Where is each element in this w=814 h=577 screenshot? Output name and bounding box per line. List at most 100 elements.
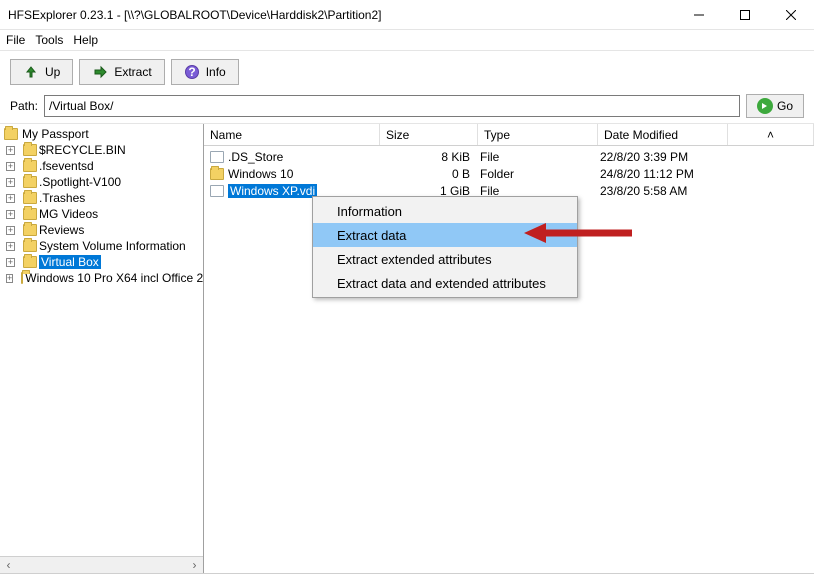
file-icon bbox=[210, 185, 224, 197]
menu-tools[interactable]: Tools bbox=[35, 33, 63, 47]
ctx-extract-data[interactable]: Extract data bbox=[313, 223, 577, 247]
menu-file[interactable]: File bbox=[6, 33, 25, 47]
tree-item[interactable]: + MG Videos bbox=[2, 206, 203, 222]
ctx-extract-data-and-extended-attributes[interactable]: Extract data and extended attributes bbox=[313, 271, 577, 295]
file-size: 8 KiB bbox=[380, 150, 478, 164]
folder-icon bbox=[210, 168, 224, 180]
go-label: Go bbox=[777, 99, 793, 113]
file-date: 22/8/20 3:39 PM bbox=[598, 150, 768, 164]
scroll-right-icon[interactable]: › bbox=[186, 557, 203, 574]
info-button[interactable]: ? Info bbox=[171, 59, 239, 85]
column-name[interactable]: Name bbox=[204, 124, 380, 145]
tree-item[interactable]: + $RECYCLE.BIN bbox=[2, 142, 203, 158]
window-controls bbox=[676, 0, 814, 30]
toolbar: Up Extract ? Info bbox=[0, 50, 814, 93]
window-title: HFSExplorer 0.23.1 - [\\?\GLOBALROOT\Dev… bbox=[8, 8, 676, 22]
column-size[interactable]: Size bbox=[380, 124, 478, 145]
list-body[interactable]: .DS_Store8 KiBFile22/8/20 3:39 PMWindows… bbox=[204, 146, 814, 573]
folder-icon bbox=[23, 192, 37, 204]
path-row: Path: Go bbox=[0, 93, 814, 123]
go-button[interactable]: Go bbox=[746, 94, 804, 118]
folder-icon bbox=[23, 144, 37, 156]
column-sort-indicator[interactable]: ˄ bbox=[728, 124, 814, 145]
close-button[interactable] bbox=[768, 0, 814, 30]
file-size: 0 B bbox=[380, 167, 478, 181]
folder-icon bbox=[4, 128, 18, 140]
menubar: File Tools Help bbox=[0, 30, 814, 50]
info-icon: ? bbox=[184, 64, 200, 80]
ctx-information[interactable]: Information bbox=[313, 199, 577, 223]
tree-item[interactable]: + Reviews bbox=[2, 222, 203, 238]
folder-icon bbox=[23, 176, 37, 188]
tree-root-label: My Passport bbox=[22, 127, 89, 141]
right-arrow-icon bbox=[92, 64, 108, 80]
ctx-extract-extended-attributes[interactable]: Extract extended attributes bbox=[313, 247, 577, 271]
folder-icon bbox=[23, 160, 37, 172]
tree-item[interactable]: + .Spotlight-V100 bbox=[2, 174, 203, 190]
tree-pane: My Passport + $RECYCLE.BIN + .fseventsd + .Sp… bbox=[0, 124, 204, 573]
go-arrow-icon bbox=[757, 98, 773, 114]
tree-item-label: Virtual Box bbox=[39, 255, 101, 269]
expand-icon[interactable]: + bbox=[6, 146, 15, 155]
file-type: Folder bbox=[478, 167, 598, 181]
tree-item-label: MG Videos bbox=[39, 207, 98, 221]
tree-item[interactable]: + .fseventsd bbox=[2, 158, 203, 174]
column-date[interactable]: Date Modified bbox=[598, 124, 728, 145]
context-menu: Information Extract data Extract extende… bbox=[312, 196, 578, 298]
info-label: Info bbox=[206, 65, 226, 79]
file-type: File bbox=[478, 150, 598, 164]
svg-text:?: ? bbox=[188, 65, 195, 79]
tree-item-label: .Spotlight-V100 bbox=[39, 175, 121, 189]
tree-body[interactable]: My Passport + $RECYCLE.BIN + .fseventsd + .Sp… bbox=[0, 124, 203, 556]
tree-item[interactable]: + .Trashes bbox=[2, 190, 203, 206]
extract-label: Extract bbox=[114, 65, 151, 79]
expand-icon[interactable]: + bbox=[6, 210, 15, 219]
expand-icon[interactable]: + bbox=[6, 242, 15, 251]
list-row[interactable]: Windows 100 BFolder24/8/20 11:12 PM bbox=[204, 165, 814, 182]
expand-icon[interactable]: + bbox=[6, 162, 15, 171]
maximize-button[interactable] bbox=[722, 0, 768, 30]
tree-item-label: System Volume Information bbox=[39, 239, 186, 253]
file-name: .DS_Store bbox=[228, 150, 283, 164]
folder-icon bbox=[23, 256, 37, 268]
tree-item-label: .fseventsd bbox=[39, 159, 94, 173]
up-button[interactable]: Up bbox=[10, 59, 73, 85]
expand-icon[interactable]: + bbox=[6, 226, 15, 235]
scroll-left-icon[interactable]: ‹ bbox=[0, 557, 17, 574]
up-arrow-icon bbox=[23, 64, 39, 80]
tree-item-label: Windows 10 Pro X64 incl Office 2019 bbox=[25, 271, 203, 285]
list-row[interactable]: .DS_Store 8 KiBFile22/8/20 3:39 PM bbox=[204, 148, 814, 165]
tree-item[interactable]: + System Volume Information bbox=[2, 238, 203, 254]
file-date: 24/8/20 11:12 PM bbox=[598, 167, 768, 181]
expand-icon[interactable]: + bbox=[6, 258, 15, 267]
tree-item-label: Reviews bbox=[39, 223, 84, 237]
extract-button[interactable]: Extract bbox=[79, 59, 164, 85]
tree-item-label: $RECYCLE.BIN bbox=[39, 143, 126, 157]
tree-item-label: .Trashes bbox=[39, 191, 85, 205]
tree-item[interactable]: + Virtual Box bbox=[2, 254, 203, 270]
path-label: Path: bbox=[10, 99, 38, 113]
titlebar: HFSExplorer 0.23.1 - [\\?\GLOBALROOT\Dev… bbox=[0, 0, 814, 30]
status-bar: 1 object selected (1.64 GiB) bbox=[0, 573, 814, 577]
minimize-button[interactable] bbox=[676, 0, 722, 30]
expand-icon[interactable]: + bbox=[6, 274, 13, 283]
folder-icon bbox=[23, 224, 37, 236]
file-icon bbox=[210, 151, 224, 163]
list-header: Name Size Type Date Modified ˄ bbox=[204, 124, 814, 146]
path-input[interactable] bbox=[44, 95, 740, 117]
menu-help[interactable]: Help bbox=[73, 33, 98, 47]
folder-icon bbox=[23, 208, 37, 220]
up-label: Up bbox=[45, 65, 60, 79]
expand-icon[interactable]: + bbox=[6, 178, 15, 187]
tree-item[interactable]: + Windows 10 Pro X64 incl Office 2019 bbox=[2, 270, 203, 286]
expand-icon[interactable]: + bbox=[6, 194, 15, 203]
tree-horizontal-scrollbar[interactable]: ‹ › bbox=[0, 556, 203, 573]
main-area: My Passport + $RECYCLE.BIN + .fseventsd + .Sp… bbox=[0, 123, 814, 573]
file-name: Windows XP.vdi bbox=[228, 184, 317, 198]
tree-root[interactable]: My Passport bbox=[2, 126, 203, 142]
folder-icon bbox=[23, 240, 37, 252]
list-pane: Name Size Type Date Modified ˄ .DS_Store… bbox=[204, 124, 814, 573]
column-type[interactable]: Type bbox=[478, 124, 598, 145]
folder-icon bbox=[21, 272, 23, 284]
file-date: 23/8/20 5:58 AM bbox=[598, 184, 768, 198]
